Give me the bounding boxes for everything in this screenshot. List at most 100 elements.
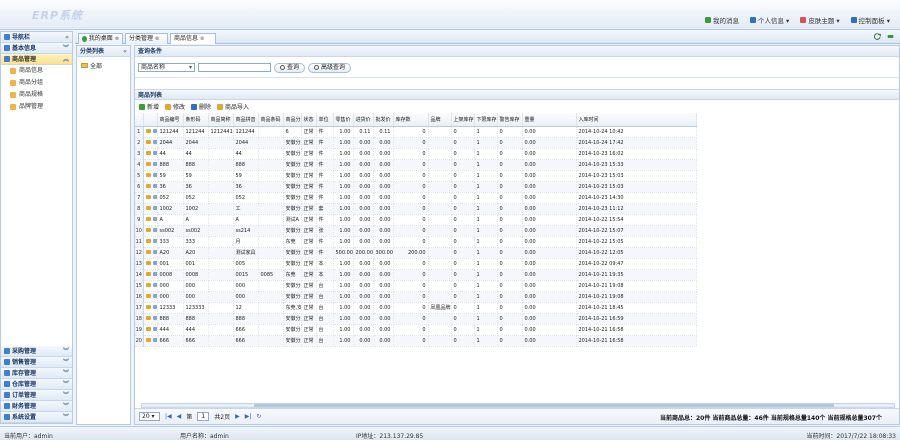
- table-row[interactable]: 13001001005安徽分类正常本1.000.000.0000100.0020…: [135, 258, 697, 270]
- delete-icon[interactable]: [152, 183, 156, 188]
- scrollbar-thumb[interactable]: [254, 404, 834, 407]
- delete-icon[interactable]: [152, 128, 156, 133]
- delete-icon[interactable]: [152, 238, 156, 243]
- nav-section[interactable]: 商品管理 ︽: [1, 54, 72, 65]
- delete-icon[interactable]: [152, 315, 156, 320]
- table-row[interactable]: 14 0008 0008 0015 0085 东莞 正常本 1.00 0.00 0.00 0 0 1 0 0…: [135, 269, 697, 281]
- table-row[interactable]: 18888888888安徽分类正常台1.000.000.0000100.0020…: [135, 313, 697, 325]
- column-header[interactable]: 入库时间: [576, 113, 697, 127]
- delete-icon[interactable]: [152, 194, 156, 199]
- edit-icon[interactable]: [145, 249, 151, 254]
- column-header[interactable]: 商品条码: [258, 113, 284, 127]
- edit-icon[interactable]: [145, 315, 151, 320]
- category-tree-root[interactable]: 全部: [77, 57, 130, 70]
- edit-icon[interactable]: [145, 304, 151, 309]
- advanced-query-button[interactable]: 高级查询: [308, 62, 352, 73]
- table-row[interactable]: 16000000000安徽分类正常台1.000.000.0000100.0020…: [135, 291, 697, 303]
- edit-icon[interactable]: [145, 326, 151, 331]
- tab-item[interactable]: 分类管理 ⊗: [125, 33, 168, 44]
- delete-icon[interactable]: [152, 304, 156, 309]
- nav-section[interactable]: 系统设置 ︾: [1, 412, 72, 423]
- edit-icon[interactable]: [145, 194, 151, 199]
- column-header[interactable]: 商品简称: [208, 113, 234, 127]
- first-page-icon[interactable]: |◀: [165, 413, 172, 420]
- table-row[interactable]: 171233312333312东莞,安徽分类正常台1.000.000.000凤凰…: [135, 302, 697, 314]
- table-row[interactable]: 6363636安徽分类正常件1.000.000.0000100.002014-1…: [135, 181, 697, 193]
- column-header[interactable]: 状态: [301, 113, 317, 127]
- close-all-icon[interactable]: [887, 33, 894, 40]
- table-row[interactable]: 15000000000安徽分类正常台1.000.000.0000100.0020…: [135, 280, 697, 292]
- query-button[interactable]: 查询: [274, 62, 306, 73]
- delete-icon[interactable]: [152, 172, 156, 177]
- table-row[interactable]: 19444444666安徽分类正常台1.000.000.0000100.0020…: [135, 324, 697, 336]
- table-row[interactable]: 4888888888安徽分类正常件1.000.000.0000100.00201…: [135, 159, 697, 171]
- edit-icon[interactable]: [145, 227, 151, 232]
- page-size-select[interactable]: 20 ▾: [139, 412, 160, 421]
- table-row[interactable]: 1 121244 121244 1212441 121244 6 正常件 1.00 0.11 0.…: [135, 126, 697, 138]
- sidebar-item[interactable]: 品牌管理: [1, 101, 72, 113]
- collapse-icon[interactable]: «: [123, 46, 127, 57]
- refresh-icon[interactable]: [874, 33, 881, 40]
- table-row[interactable]: 12A20A20测试家具安徽分类正常件500.00200.00300.00200…: [135, 247, 697, 259]
- delete-icon[interactable]: [152, 293, 156, 298]
- sidebar-item[interactable]: 商品信息: [1, 65, 72, 77]
- edit-icon[interactable]: [145, 216, 151, 221]
- delete-icon[interactable]: [152, 139, 156, 144]
- delete-icon[interactable]: [152, 227, 156, 232]
- column-header[interactable]: 重量: [522, 113, 577, 127]
- search-input[interactable]: [198, 63, 271, 72]
- delete-icon[interactable]: [152, 205, 156, 210]
- toolbar-button[interactable]: 商品导入: [217, 102, 249, 111]
- nav-section[interactable]: 基本信息 ︾: [1, 43, 72, 54]
- header-link-user[interactable]: 个人信息 ▾: [749, 15, 789, 25]
- edit-icon[interactable]: [145, 337, 151, 342]
- nav-section[interactable]: 采购管理 ︾: [1, 346, 72, 357]
- delete-icon[interactable]: [152, 260, 156, 265]
- table-row[interactable]: 5595959安徽分类正常件1.000.000.0000100.002014-1…: [135, 170, 697, 182]
- header-link-gear[interactable]: 控制面板 ▾: [850, 15, 890, 25]
- tab-item[interactable]: 我的桌面 ⊗: [78, 33, 123, 44]
- column-header[interactable]: 上架库存: [451, 113, 475, 127]
- reload-icon[interactable]: ↻: [256, 413, 261, 420]
- edit-icon[interactable]: [145, 293, 151, 298]
- toolbar-button[interactable]: 删除: [191, 102, 211, 111]
- delete-icon[interactable]: [152, 271, 156, 276]
- column-header[interactable]: 批发价: [373, 113, 394, 127]
- table-row[interactable]: 3444444安徽分类正常件1.000.000.0000100.002014-1…: [135, 148, 697, 160]
- column-header[interactable]: 下限库存: [474, 113, 498, 127]
- table-row[interactable]: 9 A A A 测试A 正常件 1.00 0.00 0.00 0 0 1 0 0.00 2014-10-22…: [135, 214, 697, 226]
- header-link-theme[interactable]: 皮肤主题 ▾: [800, 15, 840, 25]
- toolbar-button[interactable]: 新增: [139, 102, 159, 111]
- edit-icon[interactable]: [145, 128, 151, 133]
- delete-icon[interactable]: [152, 216, 156, 221]
- column-header[interactable]: 品牌: [428, 113, 452, 127]
- table-row[interactable]: 10ss002ss002ss214安徽分类正常张1.000.000.000010…: [135, 225, 697, 237]
- edit-icon[interactable]: [145, 260, 151, 265]
- page-number-input[interactable]: 1: [197, 412, 210, 421]
- nav-section[interactable]: 销售管理 ︾: [1, 357, 72, 368]
- edit-icon[interactable]: [145, 238, 151, 243]
- nav-section[interactable]: 库存管理 ︾: [1, 368, 72, 379]
- search-field-select[interactable]: 商品名称 ▾: [138, 63, 195, 72]
- nav-section[interactable]: 订单管理 ︾: [1, 390, 72, 401]
- edit-icon[interactable]: [145, 271, 151, 276]
- delete-icon[interactable]: [152, 326, 156, 331]
- delete-icon[interactable]: [152, 249, 156, 254]
- table-row[interactable]: 11 333 333 月东莞 正常件 1.00 0.00 0.00 0 0 1 0 0.00 2014-1…: [135, 236, 697, 248]
- collapse-icon[interactable]: «: [65, 32, 69, 43]
- delete-icon[interactable]: [152, 282, 156, 287]
- toolbar-button[interactable]: 修改: [165, 102, 185, 111]
- edit-icon[interactable]: [145, 183, 151, 188]
- edit-icon[interactable]: [145, 161, 151, 166]
- table-row[interactable]: 810021002工安徽分类正常套1.000.000.0000100.00201…: [135, 203, 697, 215]
- nav-section[interactable]: 仓库管理 ︾: [1, 379, 72, 390]
- column-header[interactable]: 零售价: [333, 113, 354, 127]
- edit-icon[interactable]: [145, 139, 151, 144]
- column-header[interactable]: 进货价: [353, 113, 374, 127]
- column-header[interactable]: 商品分类: [283, 113, 302, 127]
- edit-icon[interactable]: [145, 150, 151, 155]
- column-header[interactable]: 商品编号: [157, 113, 184, 127]
- next-page-icon[interactable]: ▶: [235, 413, 240, 420]
- delete-icon[interactable]: [152, 161, 156, 166]
- sidebar-item[interactable]: 商品规格: [1, 89, 72, 101]
